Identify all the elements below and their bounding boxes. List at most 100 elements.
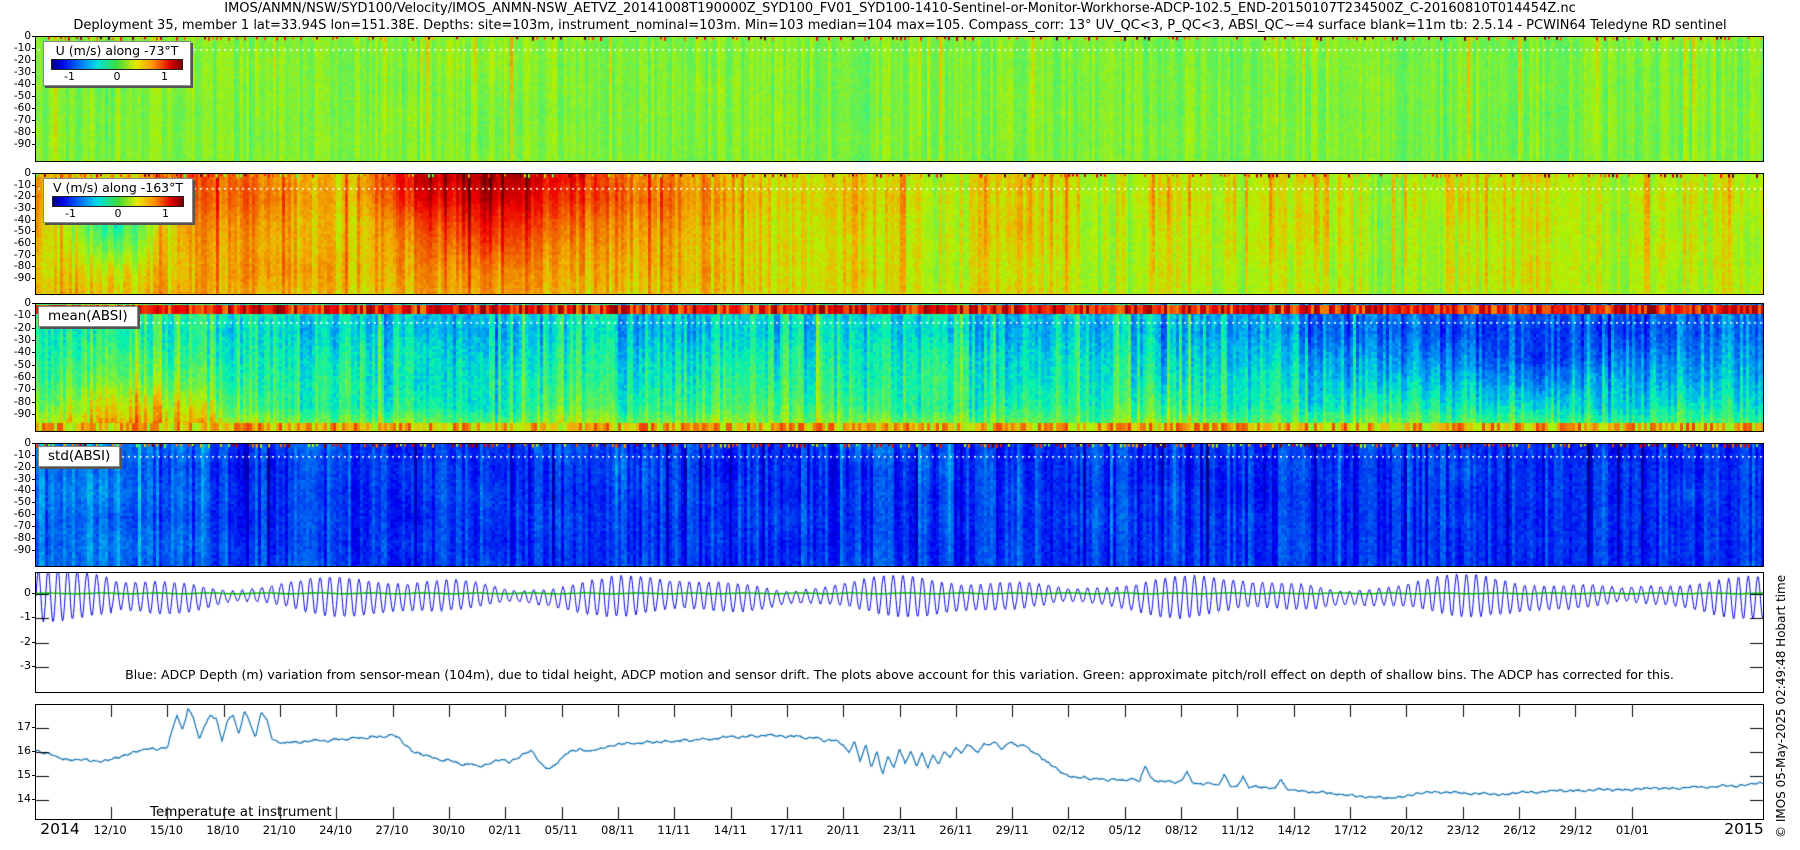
y-tick-label: -90 [0, 545, 31, 555]
y-tick-label: -50 [0, 497, 31, 507]
x-tick-label: 15/10 [150, 823, 183, 837]
y-tick-label: -30 [0, 474, 31, 484]
panel-std-absi: std(ABSI) [35, 443, 1764, 567]
y-tick-mark [32, 48, 35, 49]
y-tick-mark [32, 328, 35, 329]
y-tick-label: -30 [0, 67, 31, 77]
y-tick-mark [32, 402, 35, 403]
x-tick-label: 12/10 [94, 823, 127, 837]
y-tick-label: 0 [0, 168, 31, 178]
x-tick-label: 02/11 [488, 823, 521, 837]
x-tick-label: 24/10 [319, 823, 352, 837]
y-tick-label: -20 [0, 191, 31, 201]
x-tick-label: 29/11 [996, 823, 1029, 837]
x-tick-label: 14/12 [1278, 823, 1311, 837]
y-tick-mark [32, 72, 35, 73]
y-tick-mark [32, 490, 35, 491]
imos-watermark: © IMOS 05-May-2025 02:49:48 Hobart time [1774, 468, 1788, 838]
x-tick-label: 08/12 [1165, 823, 1198, 837]
page-subtitle: Deployment 35, member 1 lat=33.94S lon=1… [0, 18, 1800, 33]
y-tick-mark [32, 185, 35, 186]
x-tick-label: 21/10 [263, 823, 296, 837]
y-tick-label: 0 [0, 31, 31, 41]
y-tick-label: -70 [0, 384, 31, 394]
std-absi-label: std(ABSI) [38, 446, 120, 467]
y-tick-label: -90 [0, 273, 31, 283]
colorbar-tick: -1 [64, 70, 75, 83]
y-tick-label: -90 [0, 139, 31, 149]
y-tick-label: -10 [0, 180, 31, 190]
v-velocity-heatmap [36, 174, 1763, 294]
colorbar-tick: 0 [114, 70, 121, 83]
v-colorbar-legend: V (m/s) along -163°T -1 0 1 [43, 178, 193, 223]
y-tick-label: -2 [0, 637, 31, 647]
x-axis-start-year: 2014 [40, 820, 79, 838]
colorbar-tick: 1 [162, 207, 169, 220]
y-tick-mark [32, 502, 35, 503]
x-tick-label: 26/11 [939, 823, 972, 837]
depth-annotation: Blue: ADCP Depth (m) variation from sens… [35, 667, 1764, 682]
y-tick-mark [32, 538, 35, 539]
y-tick-label: -80 [0, 261, 31, 271]
y-tick-label: -10 [0, 43, 31, 53]
x-tick-label: 08/11 [601, 823, 634, 837]
y-tick-mark [32, 526, 35, 527]
y-tick-mark [32, 243, 35, 244]
u-legend-title: U (m/s) along -73°T [51, 43, 183, 58]
y-tick-label: -10 [0, 310, 31, 320]
y-tick-mark [32, 455, 35, 456]
y-tick-mark [32, 340, 35, 341]
y-tick-label: -50 [0, 91, 31, 101]
y-tick-mark [32, 196, 35, 197]
y-tick-label: -60 [0, 238, 31, 248]
y-tick-label: -1 [0, 612, 31, 622]
colorbar-tick: 0 [115, 207, 122, 220]
jet-colorbar [52, 196, 184, 207]
y-tick-mark [32, 593, 35, 594]
panel-u-velocity: U (m/s) along -73°T -1 0 1 [35, 36, 1764, 162]
y-tick-label: -50 [0, 360, 31, 370]
y-tick-mark [32, 36, 35, 37]
colorbar-tick: 1 [161, 70, 168, 83]
y-tick-label: -40 [0, 485, 31, 495]
x-tick-label: 27/10 [375, 823, 408, 837]
y-tick-mark [32, 727, 35, 728]
y-tick-mark [32, 108, 35, 109]
colorbar-tick: -1 [65, 207, 76, 220]
y-tick-mark [32, 84, 35, 85]
y-tick-label: -60 [0, 103, 31, 113]
y-tick-mark [32, 642, 35, 643]
temperature-label: Temperature at instrument [150, 804, 332, 820]
y-tick-mark [32, 96, 35, 97]
x-tick-label: 18/10 [206, 823, 239, 837]
y-tick-label: -30 [0, 203, 31, 213]
y-tick-label: 14 [0, 794, 31, 804]
y-tick-label: 0 [0, 298, 31, 308]
x-tick-label: 01/01 [1616, 823, 1649, 837]
x-tick-label: 02/12 [1052, 823, 1085, 837]
u-colorbar-legend: U (m/s) along -73°T -1 0 1 [43, 41, 191, 86]
y-tick-label: -80 [0, 397, 31, 407]
x-tick-label: 17/12 [1334, 823, 1367, 837]
y-tick-mark [32, 120, 35, 121]
v-legend-title: V (m/s) along -163°T [51, 180, 185, 195]
y-tick-mark [32, 550, 35, 551]
x-tick-label: 29/12 [1559, 823, 1592, 837]
y-tick-mark [32, 132, 35, 133]
y-tick-mark [32, 467, 35, 468]
y-tick-label: -70 [0, 521, 31, 531]
y-tick-label: -70 [0, 250, 31, 260]
y-tick-mark [32, 751, 35, 752]
x-axis-end-year: 2015 [1724, 820, 1763, 838]
y-tick-mark [32, 60, 35, 61]
y-tick-label: 0 [0, 588, 31, 598]
x-tick-label: 23/12 [1447, 823, 1480, 837]
u-colorbar-ticks: -1 0 1 [51, 70, 183, 83]
y-tick-label: -3 [0, 661, 31, 671]
y-tick-label: -20 [0, 462, 31, 472]
x-tick-label: 14/11 [714, 823, 747, 837]
y-tick-mark [32, 173, 35, 174]
y-tick-label: -40 [0, 79, 31, 89]
y-tick-label: 17 [0, 722, 31, 732]
y-tick-mark [32, 278, 35, 279]
